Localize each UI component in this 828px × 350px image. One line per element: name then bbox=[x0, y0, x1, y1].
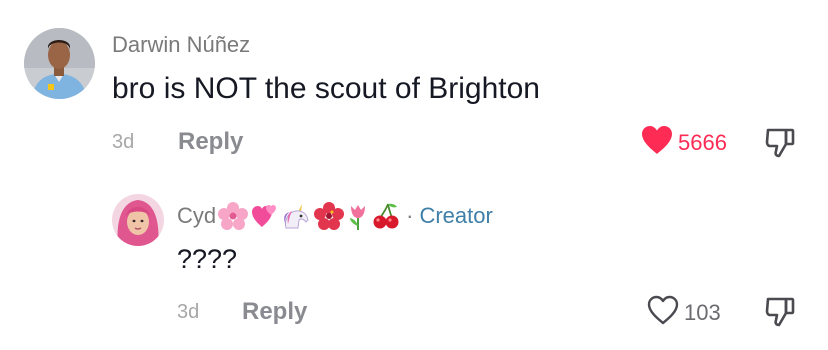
comment-username[interactable]: Cyd · Creator bbox=[177, 202, 493, 230]
like-button[interactable]: 5666 bbox=[640, 124, 727, 161]
comment-timestamp: 3d bbox=[112, 131, 135, 153]
creator-separator: · bbox=[406, 203, 414, 228]
comment-text: ???? bbox=[177, 244, 238, 274]
cherries-icon bbox=[372, 202, 400, 230]
sparkling-heart-icon bbox=[250, 203, 278, 229]
like-button[interactable]: 103 bbox=[646, 294, 721, 331]
heart-icon bbox=[646, 294, 680, 331]
cherry-blossom-icon bbox=[218, 202, 249, 230]
avatar[interactable] bbox=[112, 194, 164, 246]
like-count: 103 bbox=[684, 299, 721, 325]
tulip-icon bbox=[346, 202, 370, 230]
avatar[interactable] bbox=[24, 28, 95, 99]
hibiscus-icon bbox=[314, 202, 345, 230]
thumbs-down-icon bbox=[764, 297, 796, 333]
username-text: Cyd bbox=[177, 203, 217, 228]
comment-timestamp: 3d bbox=[177, 301, 200, 323]
username-emojis bbox=[218, 202, 400, 230]
unicorn-icon bbox=[280, 202, 312, 230]
reply-button[interactable]: Reply bbox=[178, 128, 243, 156]
creator-badge: Creator bbox=[419, 203, 493, 228]
like-count: 5666 bbox=[678, 129, 727, 155]
dislike-button[interactable] bbox=[764, 126, 796, 165]
thumbs-down-icon bbox=[764, 128, 796, 164]
heart-icon bbox=[640, 124, 674, 161]
comment-text: bro is NOT the scout of Brighton bbox=[112, 72, 540, 105]
comment-username[interactable]: Darwin Núñez bbox=[112, 32, 250, 58]
dislike-button[interactable] bbox=[764, 295, 796, 334]
reply-button[interactable]: Reply bbox=[242, 298, 307, 326]
